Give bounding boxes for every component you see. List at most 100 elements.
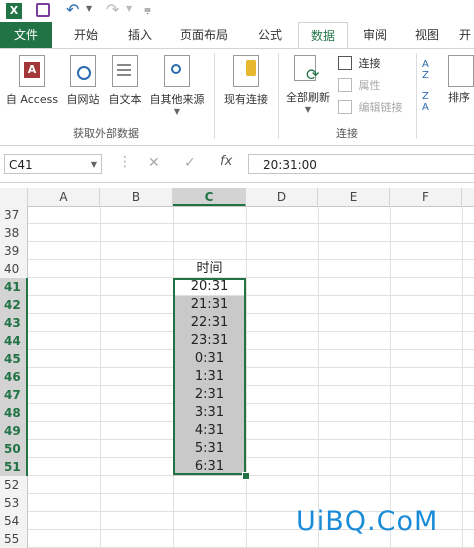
- properties-button[interactable]: 属性: [338, 77, 381, 93]
- undo-icon[interactable]: ↶: [66, 0, 79, 19]
- row-header[interactable]: 44: [0, 332, 28, 350]
- row-header[interactable]: 38: [0, 224, 28, 242]
- from-web-button[interactable]: 自网站: [62, 55, 104, 107]
- tab-page-layout[interactable]: 页面布局: [172, 22, 236, 48]
- row-header[interactable]: 45: [0, 350, 28, 368]
- from-text-label: 自文本: [108, 93, 142, 106]
- fill-handle[interactable]: [242, 472, 250, 480]
- tab-file[interactable]: 文件: [0, 22, 52, 48]
- row-header[interactable]: 54: [0, 512, 28, 530]
- cell-c[interactable]: 21:31: [173, 296, 246, 314]
- table-row: 52: [0, 476, 474, 494]
- cell-c[interactable]: 5:31: [173, 440, 246, 458]
- tab-data[interactable]: 数据: [298, 22, 348, 49]
- tab-insert[interactable]: 插入: [116, 22, 164, 48]
- excel-icon[interactable]: X: [6, 3, 22, 19]
- cell-c[interactable]: 0:31: [173, 350, 246, 368]
- row-header[interactable]: 39: [0, 242, 28, 260]
- column-header-d[interactable]: D: [246, 188, 318, 206]
- table-row: 45 0:31: [0, 350, 474, 368]
- refresh-all-button[interactable]: ⟳ 全部刷新 ▼: [280, 55, 336, 114]
- cell-c[interactable]: [173, 242, 246, 260]
- row-header[interactable]: 48: [0, 404, 28, 422]
- existing-connections-icon: [233, 55, 259, 87]
- existing-connections-button[interactable]: 现有连接: [218, 55, 274, 107]
- cell-c[interactable]: 1:31: [173, 368, 246, 386]
- row-header[interactable]: 42: [0, 296, 28, 314]
- tab-view[interactable]: 视图: [404, 22, 450, 48]
- row-header[interactable]: 41: [0, 278, 28, 296]
- cell-c[interactable]: 时间: [173, 260, 246, 278]
- row-header[interactable]: 50: [0, 440, 28, 458]
- table-row: 49 4:31: [0, 422, 474, 440]
- row-header[interactable]: 55: [0, 530, 28, 548]
- column-header-a[interactable]: A: [28, 188, 100, 206]
- row-header[interactable]: 51: [0, 458, 28, 476]
- dropdown-icon: ▼: [173, 107, 181, 116]
- sort-az-button[interactable]: AZ: [422, 59, 429, 81]
- tab-developer[interactable]: 开: [456, 22, 474, 48]
- edit-links-icon: [338, 100, 352, 114]
- group-label-connections: 连接: [336, 127, 358, 140]
- cancel-icon[interactable]: ✕: [148, 155, 160, 171]
- other-sources-icon: [164, 55, 190, 87]
- row-header[interactable]: 53: [0, 494, 28, 512]
- ribbon-tabs: 文件 开始 插入 页面布局 公式 数据 审阅 视图 开: [0, 22, 474, 49]
- name-box[interactable]: C41 ▼: [4, 154, 102, 174]
- cell-c[interactable]: [173, 512, 246, 530]
- insert-function-icon[interactable]: fx: [220, 154, 232, 169]
- redo-icon[interactable]: ↷: [106, 0, 119, 19]
- cell-c[interactable]: 3:31: [173, 404, 246, 422]
- tab-review[interactable]: 审阅: [352, 22, 398, 48]
- cell-c[interactable]: [173, 476, 246, 494]
- confirm-icon[interactable]: ✓: [184, 155, 196, 171]
- corner-select-all[interactable]: [0, 188, 28, 206]
- drag-handle-icon[interactable]: ⋮: [118, 154, 132, 170]
- from-text-button[interactable]: 自文本: [104, 55, 146, 107]
- column-header-f[interactable]: F: [390, 188, 462, 206]
- cell-c[interactable]: 4:31: [173, 422, 246, 440]
- column-header-b[interactable]: B: [100, 188, 173, 206]
- formula-input[interactable]: 20:31:00: [248, 154, 474, 174]
- row-header[interactable]: 52: [0, 476, 28, 494]
- sort-za-button[interactable]: ZA: [422, 91, 429, 113]
- cell-c[interactable]: 20:31: [173, 278, 246, 296]
- cell-c[interactable]: 22:31: [173, 314, 246, 332]
- column-header-e[interactable]: E: [318, 188, 390, 206]
- sort-icon[interactable]: [448, 55, 474, 87]
- row-header[interactable]: 40: [0, 260, 28, 278]
- row-header[interactable]: 46: [0, 368, 28, 386]
- cell-c[interactable]: [173, 530, 246, 548]
- chevron-down-icon[interactable]: ▼: [91, 155, 97, 175]
- row-header[interactable]: 49: [0, 422, 28, 440]
- from-other-sources-button[interactable]: 自其他来源 ▼: [146, 55, 208, 116]
- from-access-button[interactable]: A 自 Access: [2, 55, 62, 107]
- from-access-label: 自 Access: [5, 93, 59, 106]
- refresh-all-label: 全部刷新: [286, 91, 330, 104]
- existing-connections-label: 现有连接: [224, 93, 268, 106]
- cell-c[interactable]: 2:31: [173, 386, 246, 404]
- table-row: 38: [0, 224, 474, 242]
- column-header-c[interactable]: C: [173, 188, 246, 206]
- cell-c[interactable]: 23:31: [173, 332, 246, 350]
- cell-c[interactable]: [173, 206, 246, 224]
- watermark-text: UiBQ.CoM: [296, 506, 439, 537]
- connections-button[interactable]: 连接: [338, 55, 381, 71]
- tab-formulas[interactable]: 公式: [246, 22, 294, 48]
- sort-button[interactable]: 排序: [448, 89, 470, 105]
- customize-toolbar-icon[interactable]: ⩦: [144, 2, 151, 17]
- cell-c[interactable]: [173, 224, 246, 242]
- cell-c[interactable]: [173, 494, 246, 512]
- tab-home[interactable]: 开始: [62, 22, 110, 48]
- row-header[interactable]: 43: [0, 314, 28, 332]
- text-file-icon: [112, 55, 138, 87]
- redo-dropdown-icon[interactable]: ▼: [126, 4, 132, 13]
- row-header[interactable]: 37: [0, 206, 28, 224]
- save-icon[interactable]: [36, 3, 50, 17]
- row-header[interactable]: 47: [0, 386, 28, 404]
- table-row: 51 6:31: [0, 458, 474, 476]
- cell-c[interactable]: 6:31: [173, 458, 246, 476]
- edit-links-button[interactable]: 编辑链接: [338, 99, 403, 115]
- web-icon: [70, 55, 96, 87]
- undo-dropdown-icon[interactable]: ▼: [86, 4, 92, 13]
